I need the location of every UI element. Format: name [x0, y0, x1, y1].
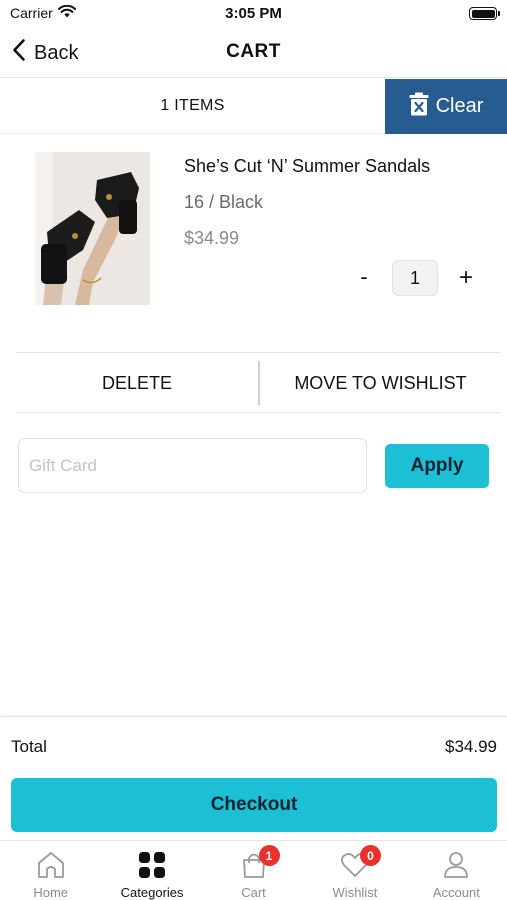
clear-label: Clear — [435, 95, 484, 117]
total-value: $34.99 — [445, 737, 497, 756]
product-image[interactable] — [35, 152, 150, 305]
apply-gift-card-button[interactable]: Apply — [385, 444, 489, 488]
heart-icon: 0 — [339, 845, 381, 881]
cart-header-bar: 1 ITEMS Clear — [0, 79, 507, 134]
tab-cart[interactable]: 1 Cart — [203, 841, 304, 900]
tab-wishlist[interactable]: 0 Wishlist — [304, 841, 405, 900]
product-variant: 16 / Black — [184, 192, 264, 212]
tab-label: Home — [33, 885, 69, 900]
status-time: 3:05 PM — [225, 5, 282, 22]
home-icon — [35, 849, 67, 881]
tab-bar: Home Categories 1 Cart 0 Wishlist Accoun… — [0, 840, 507, 900]
gift-card-input[interactable] — [18, 438, 367, 493]
cart-badge: 1 — [258, 845, 280, 866]
tab-account[interactable]: Account — [406, 841, 507, 900]
tab-label: Categories — [120, 885, 184, 900]
checkout-button[interactable]: Checkout — [11, 778, 497, 832]
battery-fill — [471, 9, 495, 18]
delete-button[interactable]: DELETE — [16, 353, 258, 413]
tab-categories[interactable]: Categories — [101, 841, 202, 900]
tab-label: Wishlist — [332, 885, 378, 900]
battery-nub — [498, 11, 500, 16]
clear-cart-button[interactable]: Clear — [385, 79, 507, 134]
items-count: 1 ITEMS — [160, 97, 225, 114]
tab-label: Account — [432, 885, 480, 900]
tab-label: Cart — [241, 885, 266, 900]
item-actions: DELETE MOVE TO WISHLIST — [16, 352, 501, 413]
cart-screen: Carrier 3:05 PM Back CART 1 ITEMS Clear … — [0, 0, 507, 900]
wishlist-badge: 0 — [359, 845, 381, 866]
shopping-bag-icon: 1 — [238, 845, 280, 881]
user-icon — [440, 849, 472, 881]
move-to-wishlist-button[interactable]: MOVE TO WISHLIST — [260, 353, 501, 413]
battery-icon — [469, 7, 500, 20]
quantity-value: 1 — [392, 260, 438, 296]
page-title: CART — [226, 41, 281, 62]
tab-home[interactable]: Home — [0, 841, 101, 900]
status-bar: Carrier 3:05 PM — [0, 0, 507, 28]
quantity-decrease-button[interactable]: - — [352, 264, 376, 294]
grid-icon — [136, 849, 168, 881]
product-price: $34.99 — [184, 228, 240, 248]
navigation-bar: Back CART — [0, 28, 507, 78]
product-name[interactable]: She’s Cut ‘N’ Summer Sandals — [184, 156, 430, 177]
order-summary: Total $34.99 Checkout — [0, 716, 507, 840]
total-label: Total — [11, 737, 47, 756]
trash-icon — [409, 92, 429, 122]
cart-item: She’s Cut ‘N’ Summer Sandals 16 / Black … — [0, 134, 507, 352]
quantity-increase-button[interactable]: + — [454, 264, 478, 294]
